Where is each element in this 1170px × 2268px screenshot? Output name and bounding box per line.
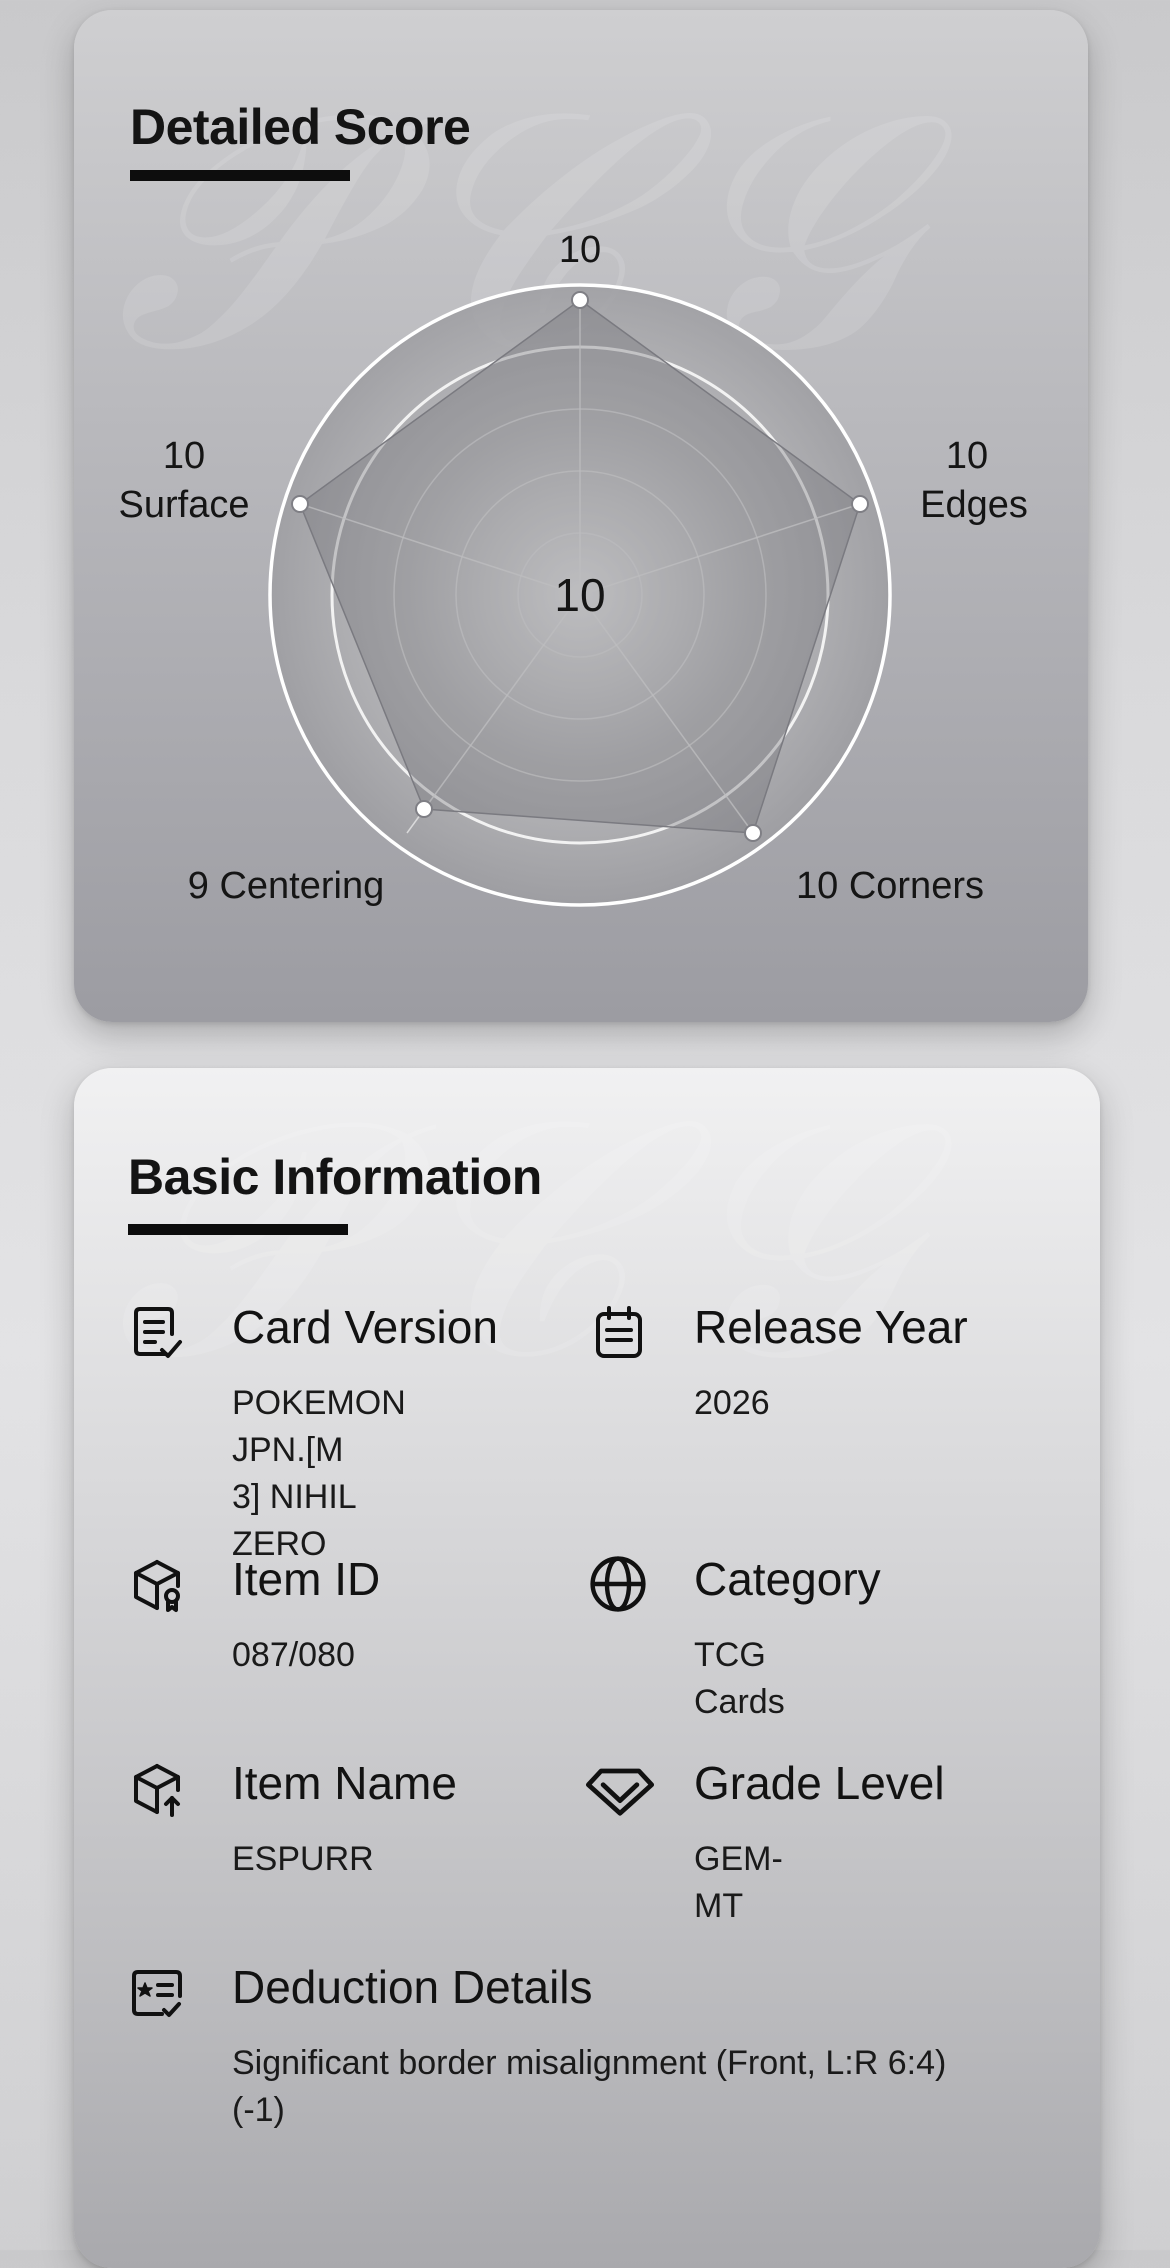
corners-label: 10 Corners bbox=[796, 865, 984, 907]
card-version-value: POKEMON JPN.[M 3] NIHIL ZERO bbox=[232, 1380, 406, 1568]
radar-point-corners bbox=[744, 824, 762, 842]
radar-point-top bbox=[571, 291, 589, 309]
item-id-value: 087/080 bbox=[232, 1636, 355, 1674]
cube-arrow-icon bbox=[134, 1764, 180, 1817]
item-name-value: ESPURR bbox=[232, 1840, 374, 1878]
radar-point-centering bbox=[415, 800, 433, 818]
centering-label: 9 Centering bbox=[188, 865, 384, 907]
grade-level-value: GEM-MT bbox=[694, 1840, 783, 1925]
edges-label: Edges bbox=[920, 484, 1028, 526]
title-underline bbox=[128, 1224, 348, 1235]
deduction-details-value-line: (-1) bbox=[232, 2091, 285, 2129]
card-version-label: Card Version bbox=[232, 1301, 498, 1353]
item-name-label: Item Name bbox=[232, 1757, 457, 1809]
grade-level-label: Grade Level bbox=[694, 1757, 945, 1809]
radar-chart: 10 10 10 Surface 10 Edges 9 Centering 10… bbox=[119, 229, 1028, 907]
surface-label: Surface bbox=[119, 484, 250, 526]
card-version-value-line: POKEMON JPN.[M bbox=[232, 1384, 406, 1469]
deduction-details-value: Significant border misalignment (Front, … bbox=[232, 2040, 1032, 2134]
basic-information-title: Basic Information bbox=[128, 1149, 542, 1205]
item-id-label: Item ID bbox=[232, 1553, 381, 1605]
globe-icon bbox=[590, 1556, 646, 1612]
center-score-label: 10 bbox=[554, 569, 605, 621]
category-value: TCG Cards bbox=[694, 1636, 785, 1721]
detailed-score-card: 𝒫𝒞𝒢 Detailed Score 10 10 10 Surface 10 E… bbox=[74, 10, 1088, 1022]
basic-information-card: 𝒫𝒞𝒢 Basic Information Card Version POKEM… bbox=[74, 1068, 1100, 2268]
category-label: Category bbox=[694, 1553, 881, 1605]
star-list-icon bbox=[132, 1970, 182, 2017]
calendar-icon bbox=[596, 1306, 642, 1358]
document-check-icon bbox=[134, 1307, 182, 1358]
radar-point-edges bbox=[851, 495, 869, 513]
top-score-label: 10 bbox=[559, 229, 601, 271]
radar-point-surface bbox=[291, 495, 309, 513]
release-year-label: Release Year bbox=[694, 1301, 968, 1353]
surface-score-value: 10 bbox=[163, 435, 205, 477]
deduction-details-value-line: Significant border misalignment (Front, … bbox=[232, 2044, 947, 2082]
cube-badge-icon bbox=[134, 1560, 180, 1612]
release-year-value: 2026 bbox=[694, 1384, 770, 1422]
edges-score-value: 10 bbox=[946, 435, 988, 477]
deduction-details-label: Deduction Details bbox=[232, 1961, 593, 2013]
diamond-icon bbox=[585, 1768, 655, 1816]
